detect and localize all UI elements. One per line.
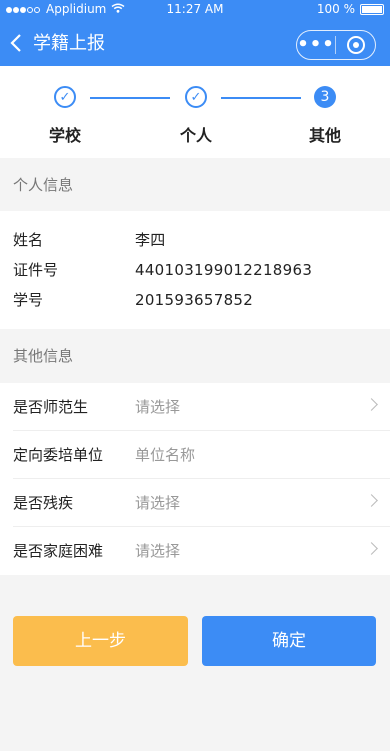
family-hardship-select[interactable]: 是否家庭困难 请选择 xyxy=(0,527,390,575)
info-label: 学号 xyxy=(13,291,44,309)
disability-select[interactable]: 是否残疾 请选择 xyxy=(0,479,390,527)
field-placeholder: 请选择 xyxy=(135,398,181,416)
chevron-right-icon xyxy=(365,494,378,507)
sponsor-unit-input[interactable]: 定向委培单位 单位名称 xyxy=(0,431,390,479)
step-label-other: 其他 xyxy=(308,126,341,145)
previous-step-button[interactable]: 上一步 xyxy=(13,616,188,666)
info-value: 201593657852 xyxy=(135,291,254,309)
step-2-check-icon: ✓ xyxy=(185,86,207,108)
app-header: Applidium 11:27 AM 100 % 学籍上报 ••• xyxy=(0,0,390,66)
chevron-right-icon xyxy=(365,542,378,555)
info-value: 440103199012218963 xyxy=(135,261,313,279)
field-placeholder: 单位名称 xyxy=(135,446,196,464)
step-3-number: 3 xyxy=(314,86,336,108)
personal-info-heading: 个人信息 xyxy=(0,160,390,210)
info-value: 李四 xyxy=(135,231,166,249)
info-label: 姓名 xyxy=(13,231,44,249)
close-button[interactable] xyxy=(336,36,375,54)
info-label: 证件号 xyxy=(13,261,59,279)
field-placeholder: 请选择 xyxy=(135,542,181,560)
step-label-personal: 个人 xyxy=(179,126,212,145)
step-1-check-icon: ✓ xyxy=(54,86,76,108)
more-menu-button[interactable]: ••• xyxy=(297,36,335,54)
battery-status: 100 % xyxy=(317,2,384,16)
page-title: 学籍上报 xyxy=(33,33,105,54)
status-bar: Applidium 11:27 AM 100 % xyxy=(0,0,390,20)
other-info-card: 是否师范生 请选择 定向委培单位 单位名称 是否残疾 请选择 是否家庭困难 请选… xyxy=(0,383,390,575)
back-icon[interactable] xyxy=(10,30,22,60)
field-label: 是否残疾 xyxy=(13,494,74,512)
field-label: 定向委培单位 xyxy=(13,446,104,464)
step-connector-1 xyxy=(90,97,170,99)
confirm-button[interactable]: 确定 xyxy=(202,616,376,666)
chevron-right-icon xyxy=(365,398,378,411)
step-progress: ✓ ✓ 3 学校 个人 其他 xyxy=(0,66,390,158)
personal-info-card: 姓名 李四 证件号 440103199012218963 学号 20159365… xyxy=(0,211,390,329)
battery-percent: 100 % xyxy=(316,2,355,16)
step-connector-2 xyxy=(221,97,301,99)
field-placeholder: 请选择 xyxy=(135,494,181,512)
other-info-heading: 其他信息 xyxy=(0,331,390,381)
battery-icon xyxy=(360,3,384,15)
field-label: 是否师范生 xyxy=(13,398,89,416)
nav-bar: 学籍上报 ••• xyxy=(0,22,390,66)
step-label-school: 学校 xyxy=(48,126,81,145)
field-label: 是否家庭困难 xyxy=(13,542,104,560)
normal-student-select[interactable]: 是否师范生 请选择 xyxy=(0,383,390,431)
mini-program-capsule: ••• xyxy=(296,30,376,60)
close-target-icon xyxy=(346,36,365,54)
